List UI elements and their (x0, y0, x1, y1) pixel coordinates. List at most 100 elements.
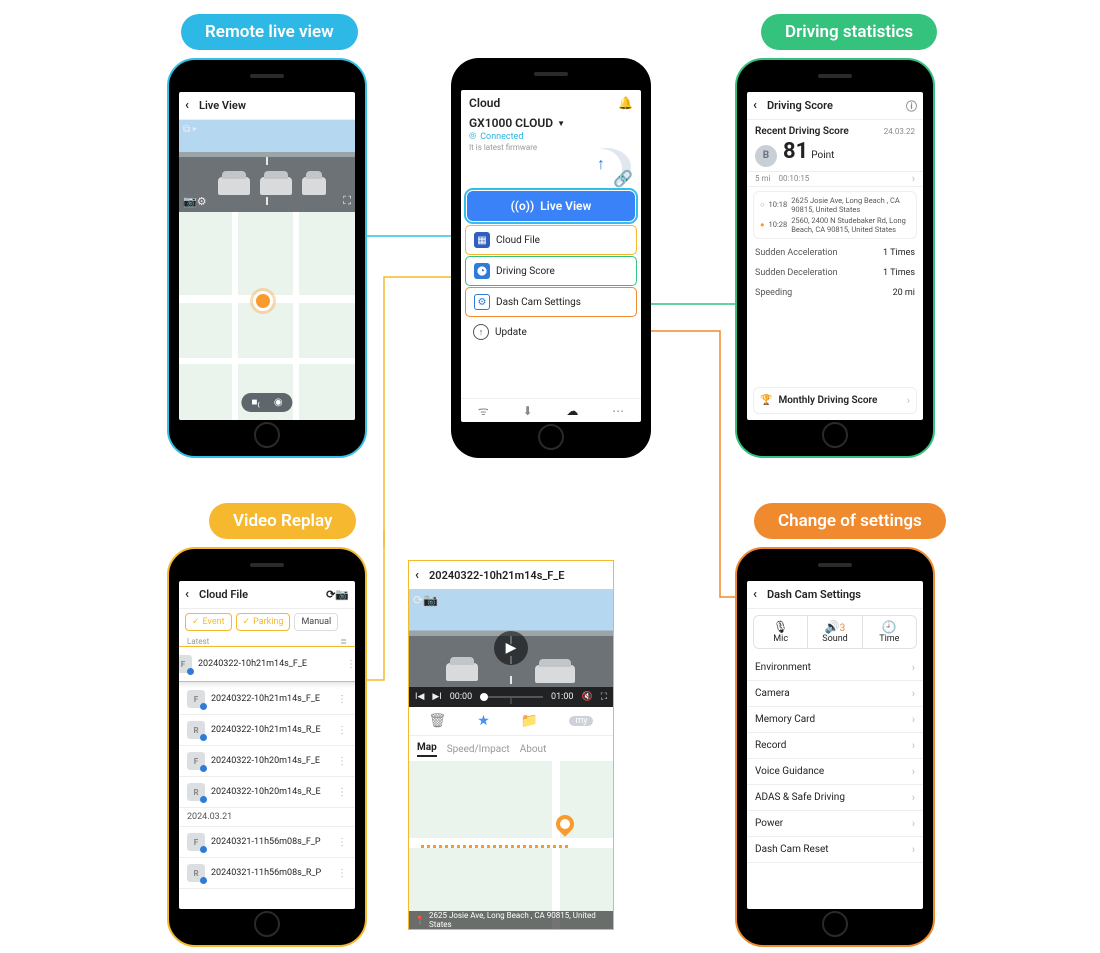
seek-bar[interactable] (480, 696, 543, 698)
back-icon[interactable]: ‹ (753, 98, 767, 113)
more-icon[interactable]: ⋮ (337, 837, 347, 848)
tag-icon[interactable]: my (569, 716, 593, 726)
fullscreen-icon[interactable]: ⛶ (343, 194, 351, 208)
back-icon[interactable]: ‹ (185, 98, 199, 113)
stat-speeding-val: 20 mi (893, 288, 915, 298)
settings-row[interactable]: Dash Cam Reset› (747, 837, 923, 863)
chevron-right-icon: › (912, 713, 915, 726)
record-icon[interactable]: ■₍ (251, 397, 259, 408)
play-button[interactable]: ▶ (494, 631, 528, 665)
delete-icon[interactable]: 🗑 (429, 713, 447, 729)
tab-about[interactable]: About (520, 744, 547, 755)
score-date: 24.03.22 (884, 127, 915, 136)
phone-cloud-file: ‹ Cloud File ⟳📷 ✓Event ✓Parking Manual L… (167, 547, 367, 947)
nav-more-icon[interactable]: ⋯ (612, 404, 624, 418)
more-icon[interactable]: ⋮ (346, 659, 355, 670)
star-icon[interactable]: ★ (477, 713, 490, 729)
file-row[interactable]: R20240322-10h21m14s_R_E⋮ (179, 715, 355, 746)
live-view-video[interactable]: ⧉ ▸ 📷⚙ ⛶ (179, 120, 355, 212)
camera-settings-icon[interactable]: 📷⚙ (183, 195, 207, 208)
menu-dashcam-settings[interactable]: ⚙ Dash Cam Settings (465, 287, 637, 317)
seg-sound[interactable]: 🔊3 Sound (807, 616, 861, 648)
filter-parking[interactable]: ✓Parking (236, 613, 291, 631)
prev-icon[interactable]: I◀ (415, 692, 424, 702)
device-selector[interactable]: GX1000 CLOUD ▼ (461, 116, 641, 130)
pill-driving-stats: Driving statistics (761, 14, 937, 50)
seg-mic-label: Mic (773, 634, 788, 644)
chevron-right-icon: › (912, 817, 915, 830)
tab-map[interactable]: Map (417, 742, 437, 757)
more-icon[interactable]: ⋮ (337, 787, 347, 798)
bell-icon[interactable]: 🔔 (618, 96, 633, 110)
seg-time[interactable]: 🕘 Time (862, 616, 916, 648)
file-name: 20240321-11h56m08s_R_P (211, 868, 321, 878)
trip-start-addr: 2625 Josie Ave, Long Beach , CA 90815, U… (791, 196, 910, 214)
back-icon[interactable]: ‹ (753, 587, 767, 602)
camera-toggle-icon[interactable]: ⧉ ▸ (183, 124, 196, 135)
replay-map[interactable]: 📍 2625 Josie Ave, Long Beach , CA 90815,… (409, 761, 613, 929)
capture-icon[interactable]: ◉ (274, 397, 283, 408)
trip-summary[interactable]: 5 mi 00:10:15 › (747, 171, 923, 187)
phone-cloud: Cloud 🔔 GX1000 CLOUD ▼ ⦾ Connected It is… (451, 58, 651, 458)
clock-icon: 🕘 (863, 620, 916, 634)
menu-cloud-file-label: Cloud File (496, 235, 540, 246)
file-row[interactable]: F20240322-10h21m14s_F_E⋮ (179, 684, 355, 715)
play-icon[interactable]: ▶I (432, 692, 441, 702)
latest-label: Latest (187, 637, 209, 646)
camera-switch-icon[interactable]: ⟳📷 (413, 593, 438, 607)
filter-event[interactable]: ✓Event (185, 613, 232, 631)
file-row[interactable]: F20240321-11h56m08s_F_P⋮ (179, 827, 355, 858)
back-icon[interactable]: ‹ (185, 587, 199, 602)
stat-decel-val: 1 Times (883, 268, 915, 278)
pin-icon: 📍 (415, 916, 425, 925)
menu-update[interactable]: ↑ Update (465, 318, 637, 346)
more-icon[interactable]: ⋮ (337, 756, 347, 767)
settings-row[interactable]: Power › (747, 811, 923, 837)
settings-row[interactable]: Camera› (747, 681, 923, 707)
file-row[interactable]: R20240321-11h56m08s_R_P⋮ (179, 858, 355, 889)
stat-decel-label: Sudden Deceleration (755, 268, 838, 278)
settings-row[interactable]: Memory Card› (747, 707, 923, 733)
settings-title: Dash Cam Settings (767, 588, 861, 601)
menu-driving-score[interactable]: ◔ Driving Score (465, 256, 637, 286)
file-row[interactable]: F20240322-10h21m14s_F_E⋮ (179, 646, 355, 682)
settings-row[interactable]: Voice Guidance› (747, 759, 923, 785)
replay-video[interactable]: ⟳📷 ▶ I◀ ▶I 00:00 01:00 🔇 ⛶ (409, 589, 613, 707)
volume-icon[interactable]: 🔇 (581, 692, 592, 702)
filter-manual[interactable]: Manual (294, 613, 338, 631)
settings-row[interactable]: ADAS & Safe Driving› (747, 785, 923, 811)
settings-row[interactable]: Record› (747, 733, 923, 759)
nav-download-icon[interactable]: ⬇ (523, 404, 533, 418)
settings-row-label: Dash Cam Reset (755, 844, 829, 855)
seg-mic[interactable]: 🎙 Mic (754, 616, 807, 648)
tab-speed[interactable]: Speed/Impact (447, 744, 510, 755)
fullscreen-icon[interactable]: ⛶ (601, 692, 607, 702)
settings-row-label: Environment (755, 662, 811, 673)
back-icon[interactable]: ‹ (415, 568, 429, 583)
phone-settings: ‹ Dash Cam Settings 🎙 Mic 🔊3 Sound 🕘 Tim… (735, 547, 935, 947)
stat-speeding-label: Speeding (755, 288, 792, 298)
file-thumb: F (187, 752, 205, 770)
file-thumb: F (179, 655, 192, 673)
settings-row[interactable]: Environment› (747, 655, 923, 681)
chevron-right-icon: › (912, 739, 915, 752)
chevron-right-icon: › (912, 172, 915, 185)
nav-wifi-icon[interactable]: ᯤ (478, 402, 489, 419)
list-sort-icon[interactable]: ≣ (340, 637, 347, 646)
help-icon[interactable]: ⓘ (906, 98, 917, 114)
cloud-file-icon: ▦ (474, 232, 490, 248)
menu-cloud-file[interactable]: ▦ Cloud File (465, 225, 637, 255)
monthly-score-button[interactable]: 🏆 Monthly Driving Score › (753, 387, 917, 414)
camera-switch-icon[interactable]: ⟳📷 (326, 588, 349, 601)
map-address: 📍 2625 Josie Ave, Long Beach , CA 90815,… (409, 911, 613, 929)
folder-icon[interactable]: 📁 (521, 713, 538, 729)
nav-cloud-icon[interactable]: ☁ (566, 404, 578, 418)
more-icon[interactable]: ⋮ (337, 868, 347, 879)
more-icon[interactable]: ⋮ (337, 694, 347, 705)
live-view-map[interactable]: ■₍ ◉ (179, 212, 355, 420)
more-icon[interactable]: ⋮ (337, 725, 347, 736)
file-row[interactable]: F20240322-10h20m14s_F_E⋮ (179, 746, 355, 777)
file-row[interactable]: R20240322-10h20m14s_R_E⋮ (179, 777, 355, 808)
live-view-button[interactable]: ((o)) Live View (467, 191, 635, 221)
settings-row-label: Power (755, 818, 783, 829)
